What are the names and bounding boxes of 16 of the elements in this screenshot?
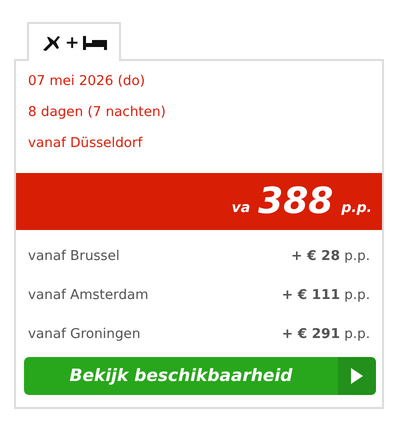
trip-detail: 07 mei 2026 (do) bbox=[28, 73, 146, 89]
plus-sign: + bbox=[65, 32, 80, 52]
departure-label: vanaf Groningen bbox=[28, 326, 140, 342]
price-amount: 388 bbox=[258, 181, 334, 222]
play-icon bbox=[351, 368, 363, 384]
surcharge: + € 291 p.p. bbox=[282, 326, 370, 342]
price-prefix: va bbox=[232, 200, 250, 216]
departure-label: vanaf Amsterdam bbox=[28, 286, 148, 302]
bed-icon bbox=[83, 36, 108, 50]
price-suffix: p.p. bbox=[341, 200, 372, 216]
departure-label: vanaf Brussel bbox=[28, 248, 120, 264]
trip-detail: vanaf Düsseldorf bbox=[28, 135, 144, 151]
surcharge: + € 111 p.p. bbox=[282, 286, 370, 302]
surcharge: + € 28 p.p. bbox=[291, 248, 370, 264]
tab[interactable]: + bbox=[27, 22, 122, 61]
trip-detail: 8 dagen (7 nachten) bbox=[28, 104, 167, 120]
